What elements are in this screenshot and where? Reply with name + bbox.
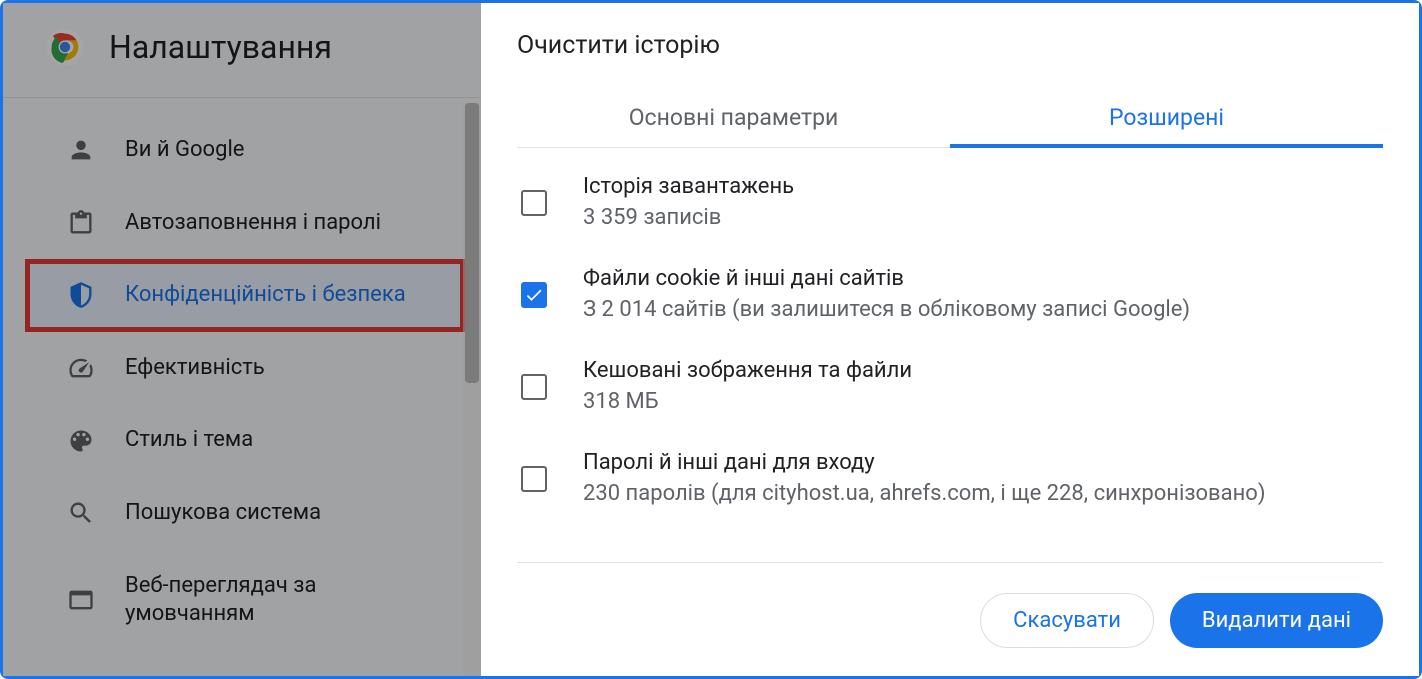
shield-icon xyxy=(67,281,95,309)
option-cached-images: Кешовані зображення та файли 318 МБ xyxy=(517,340,1383,432)
sidebar-item-privacy-security[interactable]: Конфіденційність і безпека xyxy=(27,261,463,330)
settings-sidebar: Налаштування Ви й Google Автозаповнення … xyxy=(3,3,481,676)
chrome-logo-icon xyxy=(45,27,85,67)
sidebar-item-label: Ефективність xyxy=(125,354,265,383)
settings-nav: Ви й Google Автозаповнення і паролі Конф… xyxy=(3,98,481,649)
option-title: Паролі й інші дані для входу xyxy=(583,450,1265,475)
sidebar-item-label: Веб-переглядач за умовчанням xyxy=(125,572,437,629)
option-title: Історія завантажень xyxy=(583,174,794,199)
search-icon xyxy=(67,499,95,527)
option-desc: 318 МБ xyxy=(583,389,912,414)
option-title: Файли cookie й інші дані сайтів xyxy=(583,266,1190,291)
clipboard-icon xyxy=(67,209,95,237)
option-desc: 3 359 записів xyxy=(583,205,794,230)
browser-icon xyxy=(67,586,95,614)
speedometer-icon xyxy=(67,354,95,382)
clear-options-list: Історія завантажень 3 359 записів Файли … xyxy=(517,148,1383,558)
sidebar-item-label: Автозаповнення і паролі xyxy=(125,209,381,238)
checkbox-cookies[interactable] xyxy=(521,282,547,308)
tab-basic[interactable]: Основні параметри xyxy=(517,90,950,147)
option-title: Кешовані зображення та файли xyxy=(583,358,912,383)
sidebar-item-performance[interactable]: Ефективність xyxy=(17,334,463,403)
sidebar-item-search-engine[interactable]: Пошукова система xyxy=(17,479,463,548)
sidebar-item-you-and-google[interactable]: Ви й Google xyxy=(17,116,463,185)
sidebar-item-label: Конфіденційність і безпека xyxy=(125,281,406,310)
sidebar-item-label: Пошукова система xyxy=(125,499,321,528)
option-download-history: Історія завантажень 3 359 записів xyxy=(517,156,1383,248)
checkbox-cached-images[interactable] xyxy=(521,374,547,400)
checkbox-download-history[interactable] xyxy=(521,190,547,216)
sidebar-item-autofill[interactable]: Автозаповнення і паролі xyxy=(17,189,463,258)
sidebar-item-default-browser[interactable]: Веб-переглядач за умовчанням xyxy=(17,552,463,649)
sidebar-item-label: Стиль і тема xyxy=(125,426,253,455)
option-desc: З 2 014 сайтів (ви залишитеся в обліково… xyxy=(583,297,1190,322)
clear-browsing-data-dialog: Очистити історію Основні параметри Розши… xyxy=(481,3,1419,676)
dialog-title: Очистити історію xyxy=(517,31,1383,60)
sidebar-item-appearance[interactable]: Стиль і тема xyxy=(17,406,463,475)
palette-icon xyxy=(67,427,95,455)
scrollbar[interactable] xyxy=(463,103,481,676)
option-passwords: Паролі й інші дані для входу 230 паролів… xyxy=(517,432,1383,524)
dialog-tabs: Основні параметри Розширені xyxy=(517,90,1383,148)
checkbox-passwords[interactable] xyxy=(521,466,547,492)
dialog-buttons: Скасувати Видалити дані xyxy=(517,562,1383,648)
person-icon xyxy=(67,136,95,164)
cancel-button[interactable]: Скасувати xyxy=(980,593,1154,648)
sidebar-header: Налаштування xyxy=(3,3,481,98)
scrollbar-thumb[interactable] xyxy=(465,103,479,383)
option-desc: 230 паролів (для cityhost.ua, ahrefs.com… xyxy=(583,481,1265,506)
option-cookies: Файли cookie й інші дані сайтів З 2 014 … xyxy=(517,248,1383,340)
sidebar-item-label: Ви й Google xyxy=(125,136,244,165)
clear-data-button[interactable]: Видалити дані xyxy=(1170,593,1383,648)
tab-advanced[interactable]: Розширені xyxy=(950,90,1383,147)
sidebar-title: Налаштування xyxy=(109,28,332,66)
